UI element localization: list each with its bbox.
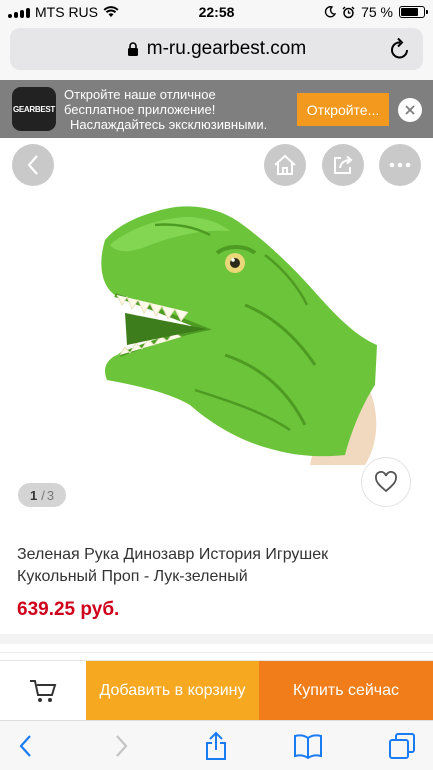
- image-separator: /: [41, 487, 45, 503]
- moon-icon: [324, 6, 337, 18]
- share-icon: [334, 155, 353, 174]
- tabs-icon: [389, 733, 415, 759]
- more-icon: [389, 162, 411, 168]
- home-icon: [274, 154, 296, 175]
- image-counter: 1 / 3: [18, 483, 66, 507]
- wishlist-button[interactable]: [361, 457, 411, 507]
- bottom-action-bar: Добавить в корзину Купить сейчас: [0, 660, 433, 721]
- chevron-left-icon: [27, 155, 38, 175]
- heart-icon: [375, 471, 397, 493]
- image-total-count: 3: [46, 487, 55, 503]
- product-title: Зеленая Рука Динозавр История Игрушек Ку…: [17, 544, 417, 588]
- home-button[interactable]: [264, 144, 306, 186]
- banner-line-3: Наслаждайтесь эксклюзивными.: [70, 117, 268, 132]
- more-button[interactable]: [379, 144, 421, 186]
- back-button[interactable]: [12, 144, 54, 186]
- product-price: 639.25 руб.: [17, 599, 120, 620]
- cart-icon: [30, 680, 57, 702]
- app-promo-banner: GEARBEST Откройте наше отличное бесплатн…: [0, 80, 433, 138]
- banner-line-2: бесплатное приложение!: [64, 102, 216, 117]
- next-section-edge: [0, 652, 433, 660]
- lock-icon: [127, 41, 138, 56]
- bookmarks-button[interactable]: [293, 731, 323, 761]
- tabs-button[interactable]: [387, 731, 417, 761]
- share-icon: [206, 731, 226, 760]
- browser-toolbar: [0, 720, 433, 770]
- battery-icon: [399, 6, 428, 18]
- address-bar[interactable]: m-ru.gearbest.com: [10, 28, 423, 70]
- alarm-icon: [342, 6, 355, 18]
- bookmarks-icon: [294, 734, 322, 759]
- product-title-line-2: Кукольный Проп - Лук-зеленый: [17, 568, 248, 585]
- section-divider: [0, 634, 433, 644]
- product-image[interactable]: [95, 195, 395, 465]
- open-app-button[interactable]: Откройте...: [297, 93, 389, 126]
- banner-line-1: Откройте наше отличное: [64, 87, 216, 102]
- status-right: 75 %: [324, 4, 428, 20]
- reload-icon[interactable]: [389, 37, 411, 61]
- browser-back-button[interactable]: [10, 731, 40, 761]
- chevron-left-icon: [19, 735, 31, 757]
- status-bar: MTS RUS 22:58 75 %: [0, 0, 433, 24]
- close-icon: [405, 105, 415, 115]
- share-button[interactable]: [322, 144, 364, 186]
- image-current-index: 1: [29, 487, 38, 503]
- add-to-cart-button[interactable]: Добавить в корзину: [86, 661, 259, 721]
- buy-now-button[interactable]: Купить сейчас: [259, 661, 433, 721]
- forward-icon: [116, 735, 128, 757]
- product-title-line-1: Зеленая Рука Динозавр История Игрушек: [17, 546, 329, 563]
- url-text: m-ru.gearbest.com: [146, 38, 307, 59]
- close-banner-button[interactable]: [398, 98, 422, 122]
- gearbest-app-logo: GEARBEST: [12, 87, 56, 131]
- address-bar-area: m-ru.gearbest.com: [0, 24, 433, 80]
- cart-button[interactable]: [0, 661, 86, 721]
- banner-text: Откройте наше отличное бесплатное прилож…: [64, 87, 294, 132]
- browser-forward-button[interactable]: [107, 731, 137, 761]
- browser-share-button[interactable]: [201, 731, 231, 761]
- battery-percent: 75 %: [361, 4, 393, 20]
